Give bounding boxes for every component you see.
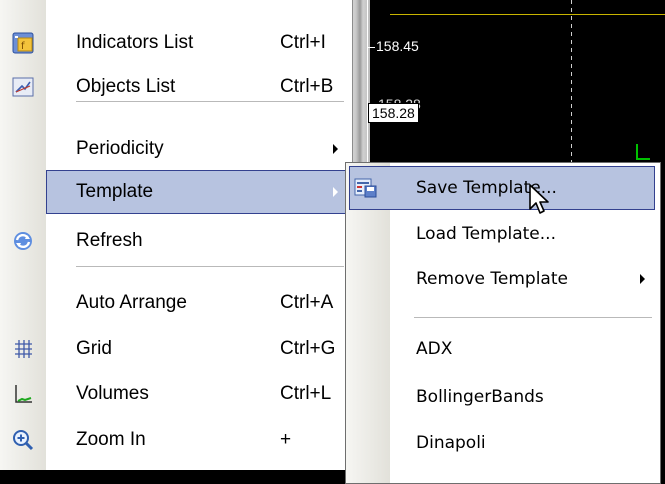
submenu-item-label: Load Template... — [416, 224, 556, 244]
menu-item-label: Objects List — [76, 76, 176, 97]
volumes-icon — [12, 383, 34, 405]
price-axis — [367, 0, 368, 165]
menu-item-label: Grid — [76, 338, 112, 359]
menu-item-shortcut: Ctrl+L — [280, 383, 332, 404]
submenu-item-save-template[interactable]: Save Template... — [349, 166, 655, 210]
menu-item-shortcut: Ctrl+I — [280, 32, 326, 53]
menu-separator — [76, 266, 344, 267]
menu-item-grid[interactable]: Grid Ctrl+G — [0, 327, 349, 371]
submenu-item-remove-template[interactable]: Remove Template — [346, 257, 658, 301]
submenu-separator — [414, 317, 652, 318]
menu-item-zoom-in[interactable]: Zoom In + — [0, 418, 349, 462]
period-separator — [571, 0, 572, 165]
mouse-cursor-icon — [529, 184, 549, 214]
price-tick — [367, 47, 375, 48]
menu-item-label: Periodicity — [76, 138, 164, 159]
menu-item-label: Volumes — [76, 383, 149, 404]
grid-icon — [12, 338, 34, 360]
menu-item-periodicity[interactable]: Periodicity — [0, 127, 349, 171]
menu-item-volumes[interactable]: Volumes Ctrl+L — [0, 372, 349, 416]
submenu-item-label: ADX — [416, 339, 453, 359]
objects-list-icon — [12, 76, 34, 98]
save-template-icon — [354, 177, 378, 199]
submenu-item-template-bollingerbands[interactable]: BollingerBands — [346, 375, 658, 419]
submenu-item-load-template[interactable]: Load Template... — [346, 212, 658, 256]
submenu-item-template-dinapoli[interactable]: Dinapoli — [346, 421, 658, 465]
menu-item-indicators-list[interactable]: f Indicators List Ctrl+I — [0, 21, 349, 65]
menu-item-label: Refresh — [76, 230, 143, 251]
svg-text:f: f — [21, 41, 25, 52]
submenu-arrow-icon — [333, 187, 338, 197]
price-label-current: 158.28 — [368, 103, 419, 123]
price-line — [390, 14, 665, 15]
menu-item-shortcut: Ctrl+B — [280, 76, 334, 97]
refresh-icon — [12, 230, 34, 252]
menu-item-label: Template — [76, 181, 154, 202]
candle-tick — [636, 144, 650, 160]
submenu-item-template-adx[interactable]: ADX — [346, 327, 658, 371]
menu-separator — [76, 101, 344, 102]
chart-context-menu: f Indicators List Ctrl+I Objects List Ct… — [0, 0, 353, 470]
indicators-list-icon: f — [12, 32, 34, 54]
template-submenu: Save Template... Load Template... Remove… — [345, 162, 661, 484]
submenu-item-label: BollingerBands — [416, 387, 544, 407]
submenu-item-label: Dinapoli — [416, 433, 486, 453]
menu-item-shortcut: Ctrl+G — [280, 338, 336, 359]
menu-item-label: Indicators List — [76, 32, 194, 53]
menu-item-label: Auto Arrange — [76, 292, 187, 313]
menu-item-refresh[interactable]: Refresh — [0, 219, 349, 263]
menu-item-label: Zoom In — [76, 429, 146, 450]
menu-item-shortcut: Ctrl+A — [280, 292, 334, 313]
price-label-top: 158.45 — [376, 38, 419, 54]
menu-item-template[interactable]: Template — [46, 170, 349, 214]
submenu-arrow-icon — [333, 144, 338, 154]
menu-item-shortcut: + — [280, 429, 292, 450]
menu-item-objects-list[interactable]: Objects List Ctrl+B — [0, 65, 349, 109]
menu-item-auto-arrange[interactable]: Auto Arrange Ctrl+A — [0, 281, 349, 325]
submenu-item-label: Remove Template — [416, 269, 568, 289]
submenu-arrow-icon — [640, 274, 645, 284]
zoom-in-icon — [12, 429, 34, 451]
